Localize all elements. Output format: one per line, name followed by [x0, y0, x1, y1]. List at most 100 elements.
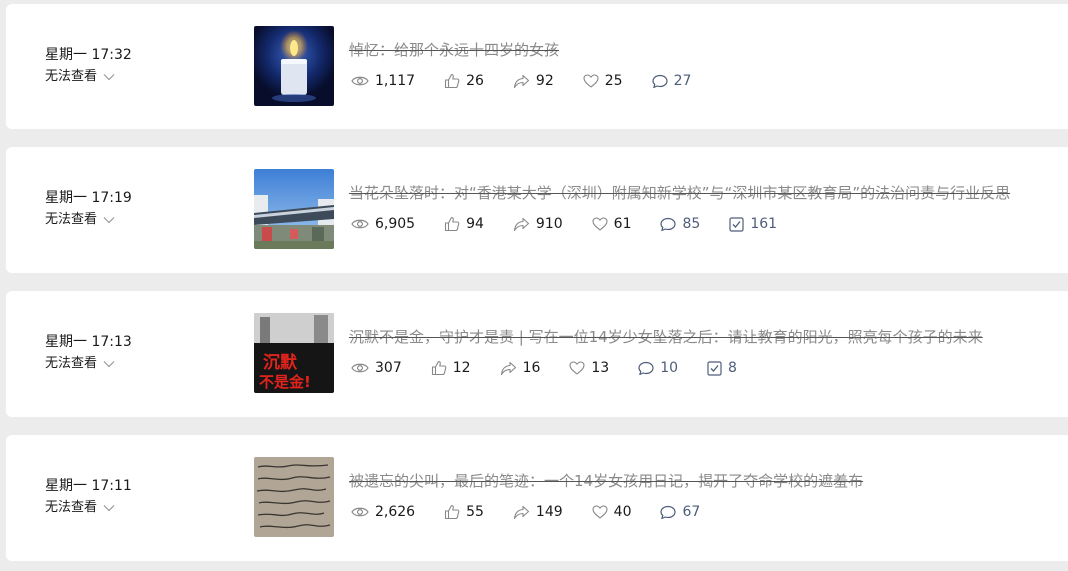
- favorites-count: 25: [604, 73, 623, 89]
- eye-icon: [351, 218, 369, 230]
- views-stat: 2,626: [351, 503, 415, 521]
- likes-count: 12: [452, 360, 471, 376]
- likes-count: 55: [466, 504, 484, 520]
- article-stats: 1,117 26 92 25 27: [351, 72, 720, 90]
- handwritten-diary-thumbnail[interactable]: [254, 457, 334, 537]
- favorites-count: 61: [613, 216, 632, 232]
- thumbs-up-icon: [444, 504, 460, 520]
- shares-stat: 910: [513, 215, 563, 233]
- views-count: 1,117: [375, 73, 416, 89]
- comments-stat: 67: [660, 503, 700, 521]
- comment-icon: [660, 217, 677, 232]
- favorites-stat: 13: [569, 359, 609, 377]
- chevron-down-icon: [103, 504, 115, 512]
- thumb-text-2: 不是金!: [259, 373, 311, 391]
- visibility-label: 无法查看: [45, 356, 98, 371]
- shares-stat: 149: [513, 503, 563, 521]
- thumbs-up-icon: [431, 360, 447, 376]
- visibility-dropdown[interactable]: 无法查看: [45, 68, 195, 86]
- publish-time: 星期一 17:13: [45, 334, 132, 350]
- checks-stat: 161: [729, 215, 777, 233]
- chevron-down-icon: [103, 73, 115, 81]
- article-card: 星期一 17:13 无法查看 沉默 不是金! 沉默不是金，守护才是责 | 写在一…: [6, 291, 1068, 417]
- views-stat: 1,117: [351, 72, 415, 90]
- favorites-stat: 25: [583, 72, 623, 90]
- thumbs-up-icon: [444, 73, 460, 89]
- favorites-count: 13: [591, 360, 610, 376]
- heart-icon: [592, 505, 608, 519]
- heart-icon: [569, 361, 585, 375]
- article-card: 星期一 17:19 无法查看 当花朵坠落时：对“香港某大学（深圳）附属知新学校”…: [6, 147, 1068, 273]
- visibility-label: 无法查看: [45, 212, 98, 227]
- comments-count: 27: [673, 73, 692, 89]
- article-stats: 6,905 94 910 61 85 161: [351, 215, 806, 233]
- share-icon: [513, 217, 530, 232]
- views-count: 6,905: [375, 216, 416, 232]
- article-title-link[interactable]: 当花朵坠落时：对“香港某大学（深圳）附属知新学校”与“深圳市某区教育局”的法治问…: [349, 183, 1010, 203]
- article-meta: 星期一 17:13 无法查看: [45, 333, 195, 373]
- heart-icon: [583, 74, 599, 88]
- article-stats: 307 12 16 13 10 8: [351, 359, 766, 377]
- comments-stat: 85: [660, 215, 700, 233]
- publish-time: 星期一 17:11: [45, 478, 132, 494]
- shares-stat: 16: [500, 359, 541, 377]
- article-card: 星期一 17:32 无法查看 悼忆：给那个永远十四岁的女孩 1,117 26 9…: [6, 4, 1068, 129]
- favorites-count: 40: [613, 504, 632, 520]
- shares-count: 149: [535, 504, 563, 520]
- publish-time: 星期一 17:32: [45, 47, 132, 63]
- share-icon: [500, 361, 517, 376]
- likes-stat: 94: [444, 215, 484, 233]
- checkbox-icon: [729, 216, 744, 232]
- checks-count: 8: [728, 360, 737, 376]
- thumbs-up-icon: [444, 216, 460, 232]
- article-card: 星期一 17:11 无法查看 被遗忘的尖叫，最后的笔迹：一个14岁女孩用日记，揭…: [6, 435, 1068, 561]
- article-meta: 星期一 17:19 无法查看: [45, 189, 195, 229]
- article-meta: 星期一 17:32 无法查看: [45, 46, 195, 86]
- likes-count: 94: [466, 216, 484, 232]
- views-stat: 6,905: [351, 215, 415, 233]
- comment-icon: [660, 505, 677, 520]
- checks-count: 161: [750, 216, 778, 232]
- visibility-dropdown[interactable]: 无法查看: [45, 211, 195, 229]
- comments-count: 10: [660, 360, 679, 376]
- article-title-link[interactable]: 沉默不是金，守护才是责 | 写在一位14岁少女坠落之后：请让教育的阳光，照亮每个…: [349, 327, 983, 347]
- article-title-link[interactable]: 被遗忘的尖叫，最后的笔迹：一个14岁女孩用日记，揭开了夺命学校的遮羞布: [349, 471, 863, 491]
- article-meta: 星期一 17:11 无法查看: [45, 477, 195, 517]
- article-title-link[interactable]: 悼忆：给那个永远十四岁的女孩: [349, 40, 559, 60]
- shares-count: 92: [535, 73, 554, 89]
- visibility-label: 无法查看: [45, 500, 98, 515]
- checks-stat: 8: [707, 359, 737, 377]
- school-gate-thumbnail[interactable]: [254, 169, 334, 249]
- share-icon: [513, 505, 530, 520]
- likes-stat: 26: [444, 72, 484, 90]
- shares-count: 910: [535, 216, 563, 232]
- visibility-dropdown[interactable]: 无法查看: [45, 355, 195, 373]
- comments-stat: 10: [638, 359, 678, 377]
- favorites-stat: 40: [592, 503, 632, 521]
- candle-thumbnail[interactable]: [254, 26, 334, 106]
- eye-icon: [351, 75, 369, 87]
- eye-icon: [351, 362, 369, 374]
- article-stats: 2,626 55 149 40 67: [351, 503, 729, 521]
- checkbox-icon: [707, 360, 722, 376]
- share-icon: [513, 74, 530, 89]
- visibility-label: 无法查看: [45, 69, 98, 84]
- article-list: 星期一 17:32 无法查看 悼忆：给那个永远十四岁的女孩 1,117 26 9…: [0, 0, 1068, 571]
- favorites-stat: 61: [592, 215, 632, 233]
- likes-stat: 55: [444, 503, 484, 521]
- comments-stat: 27: [651, 72, 692, 90]
- likes-count: 26: [466, 73, 484, 89]
- visibility-dropdown[interactable]: 无法查看: [45, 499, 195, 517]
- views-stat: 307: [351, 359, 402, 377]
- comments-count: 67: [682, 504, 701, 520]
- shares-stat: 92: [513, 72, 554, 90]
- chevron-down-icon: [103, 216, 115, 224]
- chevron-down-icon: [103, 360, 115, 368]
- protest-sign-thumbnail[interactable]: 沉默 不是金!: [254, 313, 334, 393]
- shares-count: 16: [522, 360, 541, 376]
- thumb-text-1: 沉默: [263, 352, 298, 373]
- comment-icon: [651, 74, 668, 89]
- eye-icon: [351, 506, 369, 518]
- comment-icon: [638, 361, 654, 376]
- views-count: 307: [375, 360, 402, 376]
